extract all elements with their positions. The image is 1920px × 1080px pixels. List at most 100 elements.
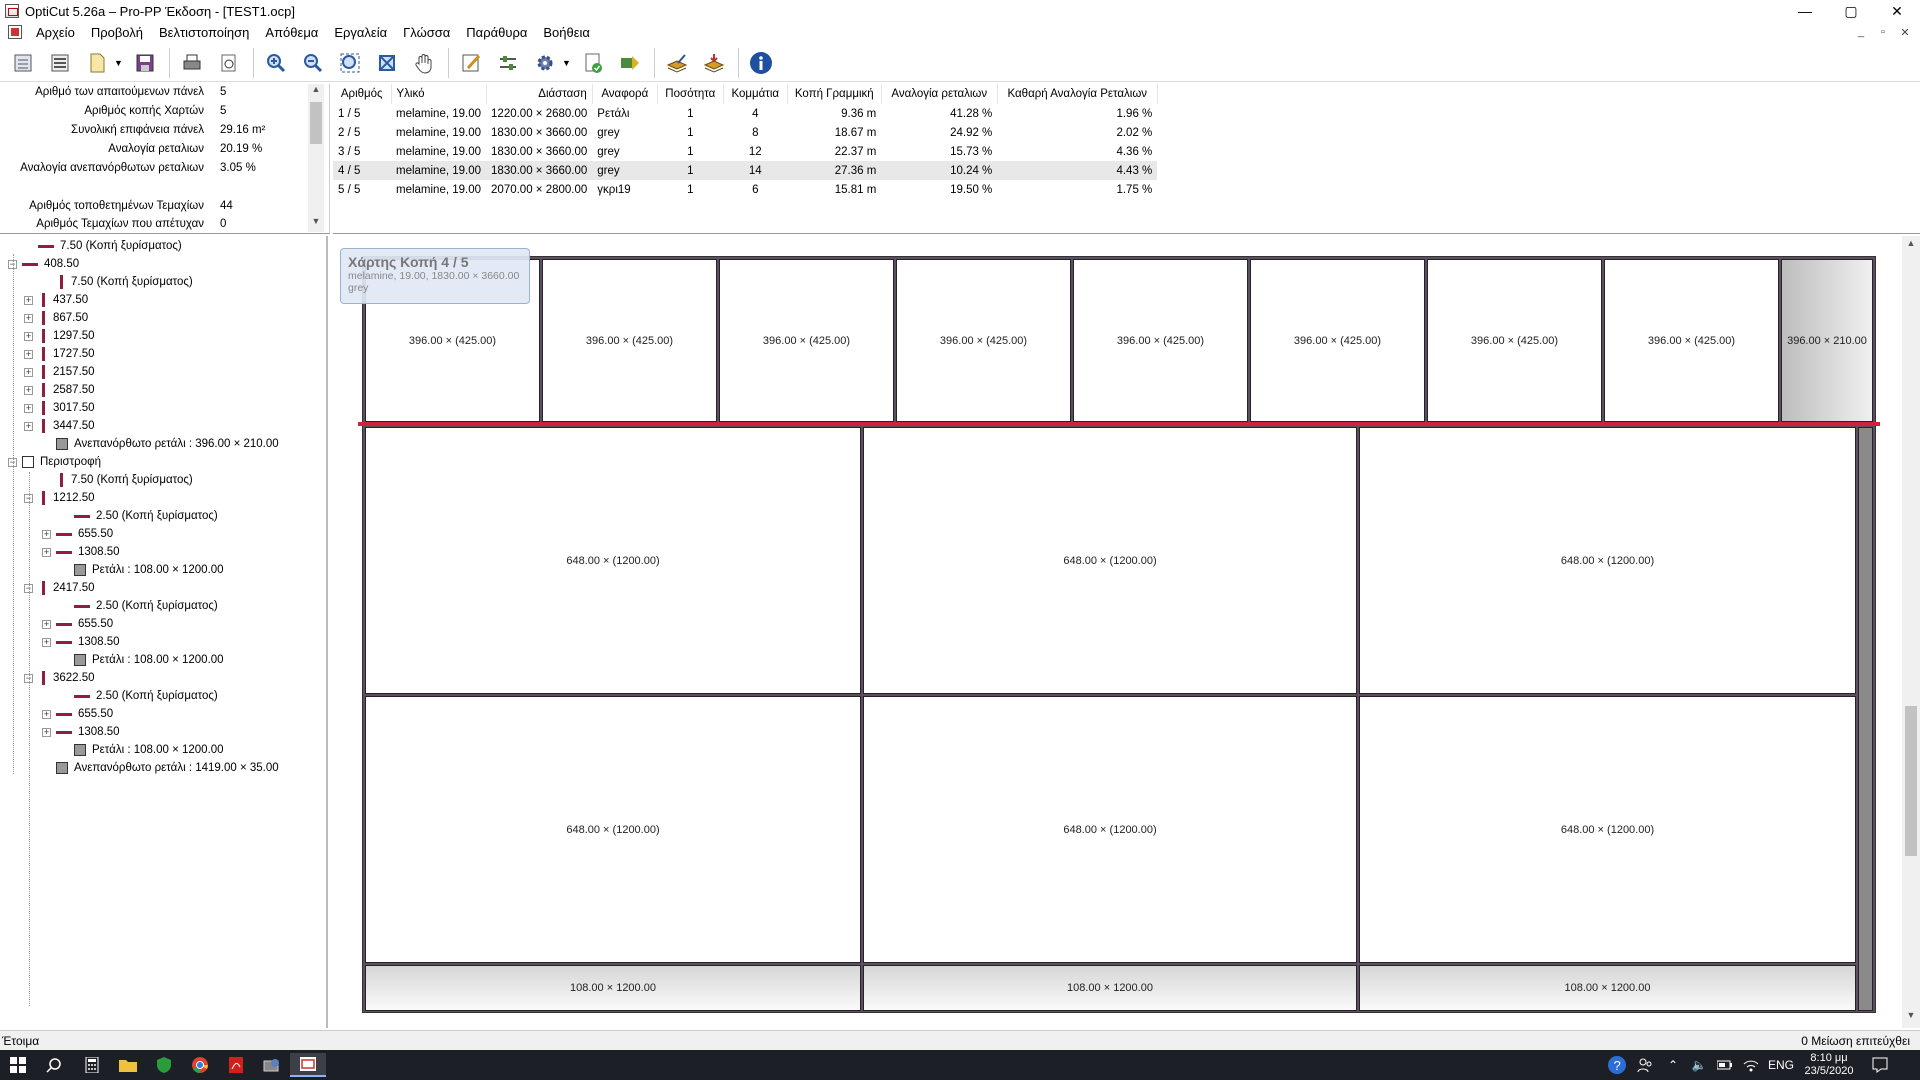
unusable-offcut[interactable]: 396.00 × 210.00 <box>1781 259 1873 422</box>
expand-icon[interactable]: + <box>42 637 51 647</box>
scroll-up-icon[interactable]: ▲ <box>308 84 324 100</box>
chevron-up-icon[interactable]: ⌃ <box>1660 1058 1686 1072</box>
expand-icon[interactable]: + <box>24 349 33 359</box>
info-icon[interactable] <box>746 48 776 78</box>
notifications-icon[interactable] <box>1860 1057 1900 1073</box>
scroll-up-icon[interactable]: ▲ <box>1902 238 1920 254</box>
expand-icon[interactable]: + <box>24 403 33 413</box>
tree-node[interactable]: 7.50 (Κοπή ξυρίσματος) <box>56 273 193 291</box>
zoom-extent-icon[interactable] <box>372 48 402 78</box>
diagram-scrollbar[interactable]: ▲ ▼ <box>1902 236 1920 1028</box>
dropdown-arrow-icon[interactable]: ▼ <box>114 58 124 68</box>
dropdown-arrow-icon[interactable]: ▼ <box>562 58 572 68</box>
tree-node[interactable]: +655.50 <box>42 615 113 633</box>
tree-node[interactable]: +3447.50 <box>24 417 95 435</box>
list-view-2-icon[interactable] <box>45 48 75 78</box>
tree-node[interactable]: −2417.50 <box>24 579 95 597</box>
piece[interactable]: 396.00 × (425.00) <box>1604 259 1779 422</box>
piece[interactable]: 396.00 × (425.00) <box>1073 259 1248 422</box>
menu-stock[interactable]: Απόθεμα <box>257 25 326 40</box>
expand-icon[interactable]: + <box>24 331 33 341</box>
zoom-out-icon[interactable] <box>298 48 328 78</box>
expand-icon[interactable]: + <box>42 727 51 737</box>
table-row[interactable]: 5 / 5 melamine, 19.00 2070.00 × 2800.00 γκρ… <box>333 180 1157 199</box>
people-icon[interactable] <box>1630 1057 1660 1073</box>
offcut[interactable]: 108.00 × 1200.00 <box>1359 965 1856 1011</box>
tree-node[interactable]: +437.50 <box>24 291 88 309</box>
print-preview-icon[interactable] <box>214 48 244 78</box>
col-header[interactable]: Κομμάτια <box>723 84 788 104</box>
col-header[interactable]: Κοπή Γραμμική <box>787 84 882 104</box>
piece[interactable]: 648.00 × (1200.00) <box>365 427 861 694</box>
app-running-icon[interactable] <box>254 1053 290 1077</box>
tree-node[interactable]: Ρετάλι : 108.00 × 1200.00 <box>74 561 224 579</box>
col-header[interactable]: Αναλογία ρεταλιων <box>881 84 998 104</box>
table-row[interactable]: 3 / 5 melamine, 19.00 1830.00 × 3660.00 gre… <box>333 142 1157 161</box>
tree-node[interactable]: +655.50 <box>42 525 113 543</box>
cut-settings-icon[interactable] <box>493 48 523 78</box>
scroll-down-icon[interactable]: ▼ <box>1902 1010 1920 1026</box>
piece[interactable]: 648.00 × (1200.00) <box>863 696 1357 963</box>
menu-file[interactable]: Αρχείο <box>28 25 83 40</box>
save-icon[interactable] <box>130 48 160 78</box>
stock-import-icon[interactable] <box>699 48 729 78</box>
print-icon[interactable] <box>177 48 207 78</box>
col-header[interactable]: Ποσότητα <box>657 84 724 104</box>
table-row-selected[interactable]: 4 / 5 melamine, 19.00 1830.00 × 3660.00 gre… <box>333 161 1158 180</box>
table-row[interactable]: 1 / 5 melamine, 19.00 1220.00 × 2680.00 Ρετ… <box>333 104 1157 123</box>
tree-node[interactable]: − Περιστροφή <box>8 453 101 471</box>
close-button[interactable]: ✕ <box>1874 0 1920 22</box>
tree-node[interactable]: +1308.50 <box>42 633 120 651</box>
tree-node[interactable]: 2.50 (Κοπή ξυρίσματος) <box>74 597 218 615</box>
maximize-button[interactable]: ▢ <box>1828 0 1874 22</box>
tree-node[interactable]: Ρετάλι : 108.00 × 1200.00 <box>74 651 224 669</box>
tree-node[interactable]: +655.50 <box>42 705 113 723</box>
expand-icon[interactable]: + <box>24 295 33 305</box>
tree-node[interactable]: +867.50 <box>24 309 88 327</box>
tree-node[interactable]: +3017.50 <box>24 399 95 417</box>
col-header[interactable]: Καθαρή Αναλογία Ρεταλιων <box>997 84 1158 104</box>
gear-icon[interactable] <box>530 48 560 78</box>
search-icon[interactable] <box>36 1053 72 1077</box>
table-row[interactable]: 2 / 5 melamine, 19.00 1830.00 × 3660.00 gre… <box>333 123 1157 142</box>
piece[interactable]: 396.00 × (425.00) <box>1250 259 1425 422</box>
wifi-icon[interactable] <box>1738 1058 1764 1072</box>
menu-tools[interactable]: Εργαλεία <box>326 25 395 40</box>
offcut[interactable]: 108.00 × 1200.00 <box>863 965 1357 1011</box>
volume-icon[interactable]: 🔈 <box>1686 1058 1712 1072</box>
opticut-taskbar-icon[interactable] <box>290 1053 326 1077</box>
piece[interactable]: 648.00 × (1200.00) <box>1359 427 1856 694</box>
expand-icon[interactable]: + <box>24 367 33 377</box>
tree-node[interactable]: 7.50 (Κοπή ξυρίσματος) <box>38 237 182 255</box>
piece[interactable]: 396.00 × (425.00) <box>1427 259 1602 422</box>
export-icon[interactable] <box>615 48 645 78</box>
col-header[interactable]: Αναφορά <box>592 84 658 104</box>
mdi-restore-button[interactable]: ▫ <box>1872 22 1894 42</box>
piece[interactable]: 396.00 × (425.00) <box>719 259 894 422</box>
scroll-thumb[interactable] <box>1905 706 1917 856</box>
tree-node[interactable]: 2.50 (Κοπή ξυρίσματος) <box>74 507 218 525</box>
calculator-icon[interactable] <box>74 1053 110 1077</box>
language-indicator[interactable]: ENG <box>1764 1058 1798 1072</box>
piece[interactable]: 648.00 × (1200.00) <box>863 427 1357 694</box>
tree-node[interactable]: −1212.50 <box>24 489 95 507</box>
pdf-reader-icon[interactable] <box>218 1053 254 1077</box>
mdi-minimize-button[interactable]: _ <box>1850 22 1872 42</box>
minimize-button[interactable]: — <box>1782 0 1828 22</box>
tree-node[interactable]: Ρετάλι : 108.00 × 1200.00 <box>74 741 224 759</box>
menu-language[interactable]: Γλώσσα <box>395 25 458 40</box>
menu-windows[interactable]: Παράθυρα <box>458 25 535 40</box>
expand-icon[interactable]: + <box>42 619 51 629</box>
stock-edit-icon[interactable] <box>662 48 692 78</box>
chrome-icon[interactable] <box>182 1053 218 1077</box>
tree-node[interactable]: +1727.50 <box>24 345 95 363</box>
menu-optimize[interactable]: Βελτιστοποίηση <box>151 25 257 40</box>
windows-start-icon[interactable] <box>0 1053 36 1077</box>
expand-icon[interactable]: + <box>24 421 33 431</box>
tree-node[interactable]: +1308.50 <box>42 543 120 561</box>
stats-scrollbar[interactable]: ▲ ▼ <box>308 84 324 232</box>
report-icon[interactable] <box>578 48 608 78</box>
offcut[interactable]: 108.00 × 1200.00 <box>365 965 861 1011</box>
piece[interactable]: 648.00 × (1200.00) <box>365 696 861 963</box>
tree-node[interactable]: −3622.50 <box>24 669 95 687</box>
